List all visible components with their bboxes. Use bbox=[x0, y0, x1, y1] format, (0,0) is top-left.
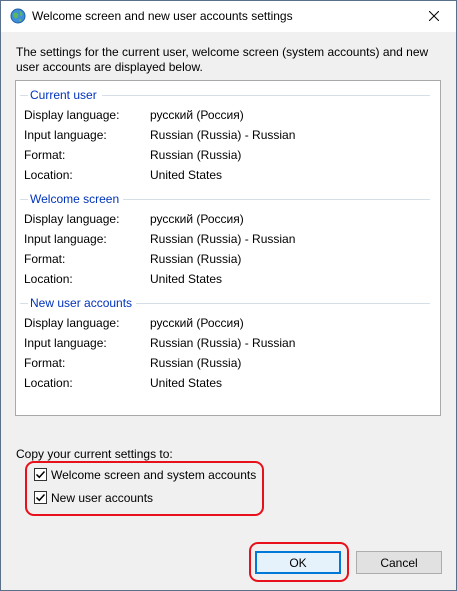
welcome-screen-checkbox[interactable] bbox=[34, 468, 47, 481]
row-label: Format: bbox=[24, 252, 66, 266]
settings-panel: Current user Display language: русский (… bbox=[15, 80, 441, 416]
group-divider bbox=[20, 199, 28, 200]
group-divider bbox=[136, 303, 430, 304]
row-value: United States bbox=[150, 168, 223, 182]
row-value: Russian (Russia) bbox=[150, 356, 242, 370]
row-label: Format: bbox=[24, 356, 66, 370]
settings-dialog: Welcome screen and new user accounts set… bbox=[0, 0, 457, 591]
close-icon bbox=[428, 8, 440, 26]
cancel-button[interactable]: Cancel bbox=[356, 551, 442, 574]
group-heading: Welcome screen bbox=[30, 192, 124, 206]
row-value: Russian (Russia) bbox=[150, 148, 242, 162]
new-user-accounts-checkbox[interactable] bbox=[34, 491, 47, 504]
row-value: русский (Россия) bbox=[150, 212, 244, 226]
row-label: Input language: bbox=[24, 232, 107, 246]
row-label: Location: bbox=[24, 168, 73, 182]
row-label: Display language: bbox=[24, 108, 120, 122]
group-divider bbox=[122, 199, 430, 200]
group-heading: Current user bbox=[30, 88, 101, 102]
row-value: русский (Россия) bbox=[150, 108, 244, 122]
row-value: United States bbox=[150, 272, 223, 286]
row-label: Display language: bbox=[24, 212, 120, 226]
row-value: Russian (Russia) - Russian bbox=[150, 336, 296, 350]
new-user-accounts-checkbox-label[interactable]: New user accounts bbox=[51, 491, 153, 505]
checkmark-icon bbox=[35, 469, 46, 480]
row-label: Input language: bbox=[24, 128, 107, 142]
row-value: United States bbox=[150, 376, 223, 390]
row-label: Format: bbox=[24, 148, 66, 162]
intro-text: The settings for the current user, welco… bbox=[16, 45, 429, 74]
title-bar: Welcome screen and new user accounts set… bbox=[1, 1, 456, 32]
row-label: Location: bbox=[24, 272, 73, 286]
group-divider bbox=[102, 95, 430, 96]
row-label: Input language: bbox=[24, 336, 107, 350]
row-value: Russian (Russia) bbox=[150, 252, 242, 266]
checkmark-icon bbox=[35, 492, 46, 503]
window-title: Welcome screen and new user accounts set… bbox=[32, 9, 293, 23]
row-label: Location: bbox=[24, 376, 73, 390]
ok-button[interactable]: OK bbox=[255, 551, 341, 574]
group-heading: New user accounts bbox=[30, 296, 137, 310]
copy-settings-label: Copy your current settings to: bbox=[16, 447, 173, 461]
row-value: Russian (Russia) - Russian bbox=[150, 232, 296, 246]
close-button[interactable] bbox=[412, 1, 456, 32]
row-value: Russian (Russia) - Russian bbox=[150, 128, 296, 142]
row-value: русский (Россия) bbox=[150, 316, 244, 330]
group-divider bbox=[20, 95, 28, 96]
row-label: Display language: bbox=[24, 316, 120, 330]
globe-icon bbox=[10, 8, 26, 24]
welcome-screen-checkbox-label[interactable]: Welcome screen and system accounts bbox=[51, 468, 256, 482]
group-divider bbox=[20, 303, 28, 304]
